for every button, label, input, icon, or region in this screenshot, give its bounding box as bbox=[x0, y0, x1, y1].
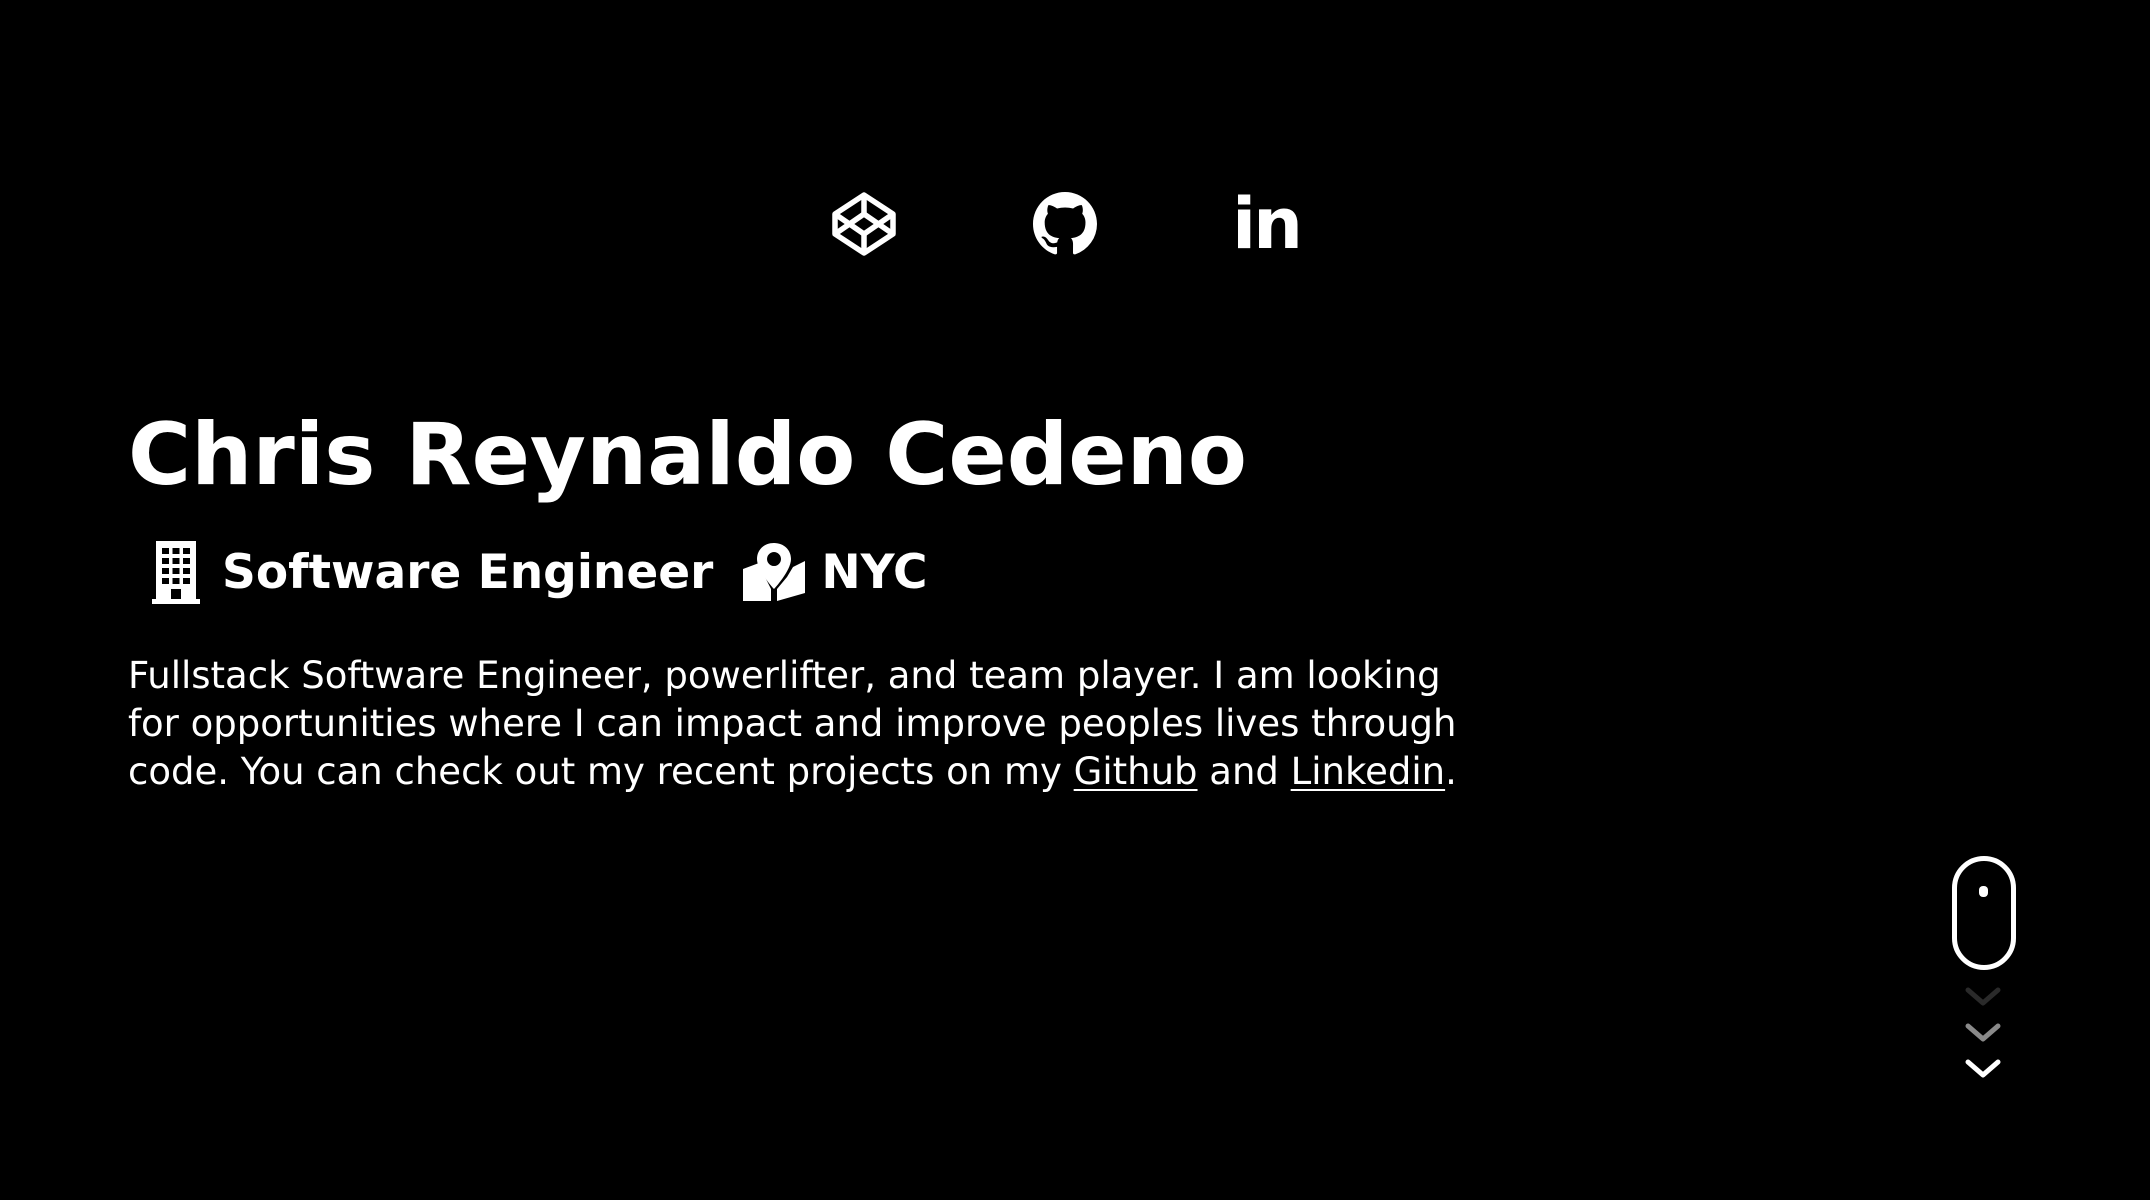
page-title: Chris Reynaldo Cedeno bbox=[128, 405, 1247, 505]
bio-text-end: . bbox=[1445, 750, 1457, 793]
location-item: NYC bbox=[741, 538, 928, 608]
scroll-indicator[interactable] bbox=[1952, 856, 2016, 1094]
location-label: NYC bbox=[821, 545, 928, 600]
github-text-link[interactable]: Github bbox=[1074, 750, 1198, 793]
mouse-wheel bbox=[1979, 886, 1988, 897]
role-label: Software Engineer bbox=[222, 545, 714, 600]
map-marker-icon bbox=[743, 543, 806, 601]
social-links: in bbox=[830, 183, 1303, 265]
codepen-link[interactable] bbox=[830, 190, 898, 258]
codepen-icon bbox=[832, 192, 896, 256]
hero-section: Chris Reynaldo Cedeno Software Engineer … bbox=[128, 400, 1528, 796]
linkedin-icon: in bbox=[1232, 183, 1303, 265]
github-icon bbox=[1033, 192, 1097, 255]
linkedin-text-link[interactable]: Linkedin bbox=[1291, 750, 1445, 793]
bio-text: Fullstack Software Engineer, powerlifter… bbox=[128, 652, 1488, 796]
chevron-down-icon bbox=[1965, 1059, 2001, 1078]
mouse-icon bbox=[1952, 856, 2016, 970]
building-icon bbox=[152, 541, 200, 604]
scroll-chevrons bbox=[1964, 986, 2016, 1080]
chevron-down-icon bbox=[1965, 987, 2001, 1006]
profile-meta: Software Engineer NYC bbox=[128, 538, 1528, 608]
role-item: Software Engineer bbox=[128, 538, 713, 608]
chevron-down-icon bbox=[1965, 1023, 2001, 1042]
bio-text-and: and bbox=[1197, 750, 1291, 793]
linkedin-link[interactable]: in bbox=[1232, 183, 1303, 265]
github-link[interactable] bbox=[1031, 190, 1099, 258]
